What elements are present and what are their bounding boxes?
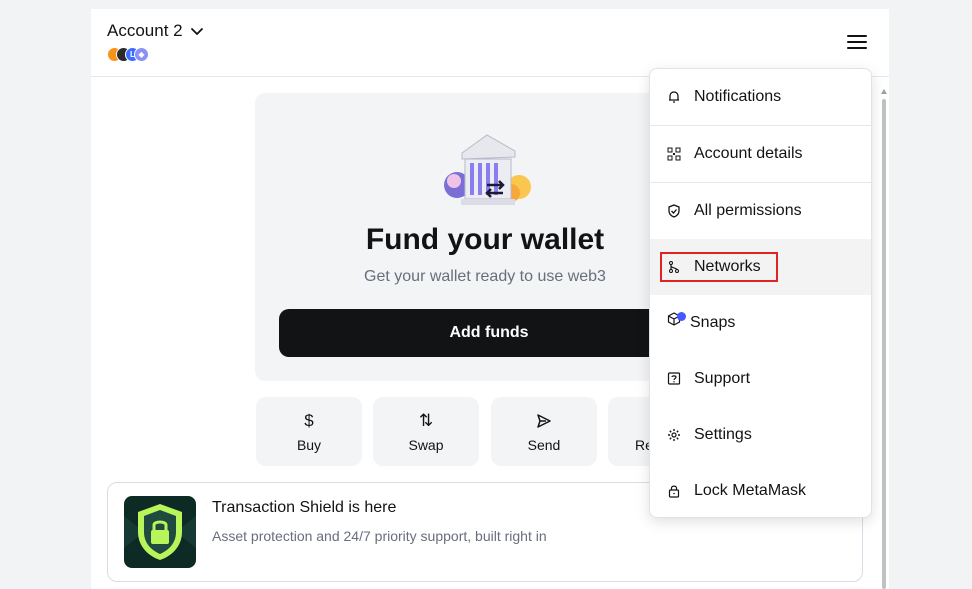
swap-button[interactable]: ⇅ Swap [373, 397, 479, 466]
shield-description: Asset protection and 24/7 priority suppo… [212, 528, 547, 544]
account-name: Account 2 [107, 21, 183, 40]
gear-icon [666, 427, 682, 443]
menu-item-snaps[interactable]: Snaps [650, 295, 871, 351]
shield-check-icon [666, 203, 682, 219]
menu-label: Snaps [690, 314, 736, 331]
menu-label: Settings [694, 426, 752, 443]
scroll-up-icon[interactable] [881, 89, 887, 94]
menu-item-account-details[interactable]: Account details [650, 126, 871, 183]
shield-lock-icon [124, 496, 196, 568]
buy-button[interactable]: $ Buy [256, 397, 362, 466]
fund-wallet-card: Fund your wallet Get your wallet ready t… [255, 93, 715, 381]
scrollbar[interactable] [879, 87, 889, 589]
account-picker[interactable]: Account 2 [107, 21, 205, 41]
menu-item-settings[interactable]: Settings [650, 407, 871, 463]
qr-code-icon [666, 146, 682, 162]
menu-label: Networks [694, 258, 761, 275]
send-button[interactable]: Send [491, 397, 597, 466]
header: Account 2 L ◆ [91, 9, 889, 77]
menu-item-all-permissions[interactable]: All permissions [650, 183, 871, 239]
menu-label: Lock MetaMask [694, 482, 807, 499]
menu-icon[interactable] [847, 35, 867, 51]
menu-item-notifications[interactable]: Notifications [650, 69, 871, 126]
send-icon [536, 411, 552, 431]
bell-icon [666, 89, 682, 105]
menu-item-support[interactable]: Support [650, 351, 871, 407]
shield-title: Transaction Shield is here [212, 499, 397, 516]
add-funds-button[interactable]: Add funds [279, 309, 699, 357]
menu-label: Account details [694, 145, 803, 162]
scroll-thumb[interactable] [882, 99, 886, 589]
fund-title: Fund your wallet [365, 223, 605, 256]
network-icon [666, 259, 682, 275]
menu-label: Notifications [694, 88, 782, 105]
fund-subtitle: Get your wallet ready to use web3 [364, 268, 606, 285]
bank-illustration-icon [444, 134, 531, 205]
menu-label: All permissions [694, 202, 802, 219]
lock-icon [666, 483, 682, 499]
dollar-icon: $ [304, 410, 314, 430]
swap-label: Swap [408, 436, 444, 453]
menu-item-networks[interactable]: Networks [650, 239, 871, 295]
network-avatars[interactable]: L ◆ [107, 47, 149, 62]
chevron-down-icon [190, 28, 203, 35]
menu-label: Support [694, 370, 751, 387]
buy-label: Buy [296, 436, 322, 453]
network-avatar-ethereum-icon: ◆ [134, 47, 149, 62]
account-options-menu: Notifications Account details All permis… [649, 68, 872, 518]
menu-item-lock-metamask[interactable]: Lock MetaMask [650, 463, 871, 517]
question-icon [666, 371, 682, 387]
swap-icon: ⇅ [418, 410, 434, 430]
send-label: Send [527, 436, 561, 453]
notification-dot [677, 312, 686, 321]
